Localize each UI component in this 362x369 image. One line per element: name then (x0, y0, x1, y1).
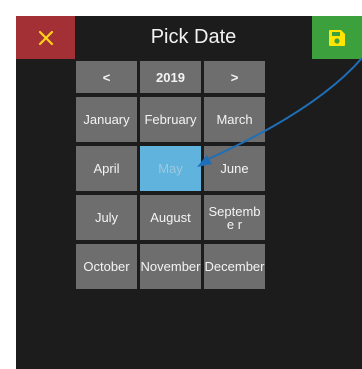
month-february[interactable]: February (140, 97, 201, 142)
close-icon (38, 30, 53, 45)
page-title: Pick Date (150, 26, 237, 48)
month-november[interactable]: November (140, 244, 201, 289)
month-april[interactable]: April (76, 146, 137, 191)
year-label: 2019 (140, 61, 201, 93)
chevron-left-icon: < (102, 69, 111, 85)
prev-year-button[interactable]: < (76, 61, 137, 93)
month-march[interactable]: March (204, 97, 265, 142)
month-january[interactable]: January (76, 97, 137, 142)
month-september[interactable]: Septembe r (204, 195, 265, 240)
month-december[interactable]: December (204, 244, 265, 289)
save-button[interactable] (312, 16, 362, 59)
month-may-selected[interactable]: May (140, 146, 201, 191)
chevron-right-icon: > (230, 69, 239, 85)
cancel-button[interactable] (16, 16, 75, 59)
month-october[interactable]: October (76, 244, 137, 289)
date-picker-screen: Pick Date < 2019 > January February Marc… (16, 16, 362, 369)
month-july[interactable]: July (76, 195, 137, 240)
floppy-disk-icon (329, 29, 345, 46)
month-june[interactable]: June (204, 146, 265, 191)
next-year-button[interactable]: > (204, 61, 265, 93)
month-august[interactable]: August (140, 195, 201, 240)
